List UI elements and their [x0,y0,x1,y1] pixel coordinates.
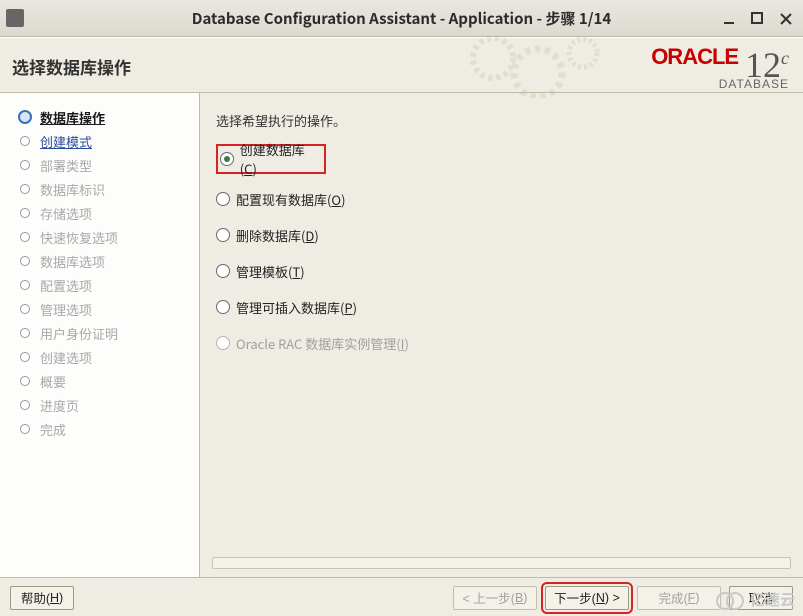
finish-button[interactable]: 完成(F) [637,586,721,610]
footer-bar: 帮助(H) < 上一步(B) 下一步(N) > 完成(F) 取消 [0,577,803,616]
step-bullet-icon [20,280,30,290]
step-bullet-icon [20,184,30,194]
radio-icon [220,152,234,166]
help-button[interactable]: 帮助(H) [10,586,74,610]
step-bullet-icon [20,304,30,314]
sidebar-step: 概要 [0,369,199,393]
operation-radio[interactable]: 删除数据库(D) [216,224,787,246]
content: 数据库操作创建模式部署类型数据库标识存储选项快速恢复选项数据库选项配置选项管理选… [0,93,803,577]
cancel-button[interactable]: 取消 [729,586,793,610]
window-title: Database Configuration Assistant - Appli… [0,8,803,29]
operation-radio[interactable]: 管理可插入数据库(P) [216,296,787,318]
sidebar-step[interactable]: 创建模式 [0,129,199,153]
step-label: 进度页 [40,396,79,415]
page-title: 选择数据库操作 [12,54,131,79]
minimize-button[interactable] [723,11,737,25]
radio-icon [216,228,230,242]
step-label: 用户身份证明 [40,324,118,343]
step-label: 数据库选项 [40,252,105,271]
next-button[interactable]: 下一步(N) > [545,586,629,610]
step-bullet-icon [20,256,30,266]
step-label: 数据库操作 [40,108,105,127]
step-label: 概要 [40,372,66,391]
sidebar-step: 存储选项 [0,201,199,225]
step-bullet-icon [20,352,30,362]
radio-label: 删除数据库(D) [236,226,319,245]
operation-radio[interactable]: 创建数据库(C) [216,144,326,174]
oracle-logo: ORACLE 12c DATABASE [651,44,789,91]
radio-label: 配置现有数据库(O) [236,190,345,209]
steps-sidebar: 数据库操作创建模式部署类型数据库标识存储选项快速恢复选项数据库选项配置选项管理选… [0,93,200,577]
main-panel: 选择希望执行的操作。 创建数据库(C) 配置现有数据库(O) 删除数据库(D) 管理模… [200,93,803,577]
radio-icon [216,192,230,206]
sidebar-step: 完成 [0,417,199,441]
radio-icon [216,336,230,350]
step-label: 创建模式 [40,132,92,151]
app-icon [6,9,24,27]
sidebar-step: 配置选项 [0,273,199,297]
step-label: 创建选项 [40,348,92,367]
step-label: 配置选项 [40,276,92,295]
maximize-button[interactable] [751,11,765,25]
radio-icon [216,300,230,314]
step-label: 管理选项 [40,300,92,319]
brand-name: ORACLE [651,44,738,70]
sidebar-step: 进度页 [0,393,199,417]
radio-icon [216,264,230,278]
operation-radio: Oracle RAC 数据库实例管理(I) [216,332,787,354]
sidebar-step: 快速恢复选项 [0,225,199,249]
step-bullet-icon [20,424,30,434]
sidebar-step: 部署类型 [0,153,199,177]
brand-sub: DATABASE [651,77,789,91]
step-label: 数据库标识 [40,180,105,199]
progress-tray [212,557,791,569]
radio-label: 创建数据库(C) [240,140,320,178]
step-bullet-icon [20,400,30,410]
prompt-text: 选择希望执行的操作。 [216,111,787,130]
sidebar-step: 用户身份证明 [0,321,199,345]
step-bullet-icon [20,208,30,218]
operation-radio[interactable]: 管理模板(T) [216,260,787,282]
header: 选择数据库操作 ORACLE 12c DATABASE [0,37,803,93]
close-button[interactable] [779,11,793,25]
step-label: 部署类型 [40,156,92,175]
operation-radio-group: 创建数据库(C) 配置现有数据库(O) 删除数据库(D) 管理模板(T) 管理可插入数据… [216,144,787,354]
step-bullet-icon [18,110,32,124]
radio-label: 管理模板(T) [236,262,305,281]
step-label: 完成 [40,420,66,439]
sidebar-step: 数据库选项 [0,249,199,273]
step-bullet-icon [20,160,30,170]
step-bullet-icon [20,376,30,386]
step-bullet-icon [20,232,30,242]
step-label: 存储选项 [40,204,92,223]
step-label: 快速恢复选项 [40,228,118,247]
sidebar-step[interactable]: 数据库操作 [0,105,199,129]
step-bullet-icon [20,328,30,338]
titlebar: Database Configuration Assistant - Appli… [0,0,803,37]
radio-label: 管理可插入数据库(P) [236,298,357,317]
step-bullet-icon [20,136,30,146]
gear-decoration [463,28,623,102]
sidebar-step: 管理选项 [0,297,199,321]
brand-version: 12c [745,44,789,79]
back-button[interactable]: < 上一步(B) [453,586,537,610]
sidebar-step: 创建选项 [0,345,199,369]
radio-label: Oracle RAC 数据库实例管理(I) [236,334,409,353]
window-controls [723,0,803,36]
sidebar-step: 数据库标识 [0,177,199,201]
operation-radio[interactable]: 配置现有数据库(O) [216,188,787,210]
